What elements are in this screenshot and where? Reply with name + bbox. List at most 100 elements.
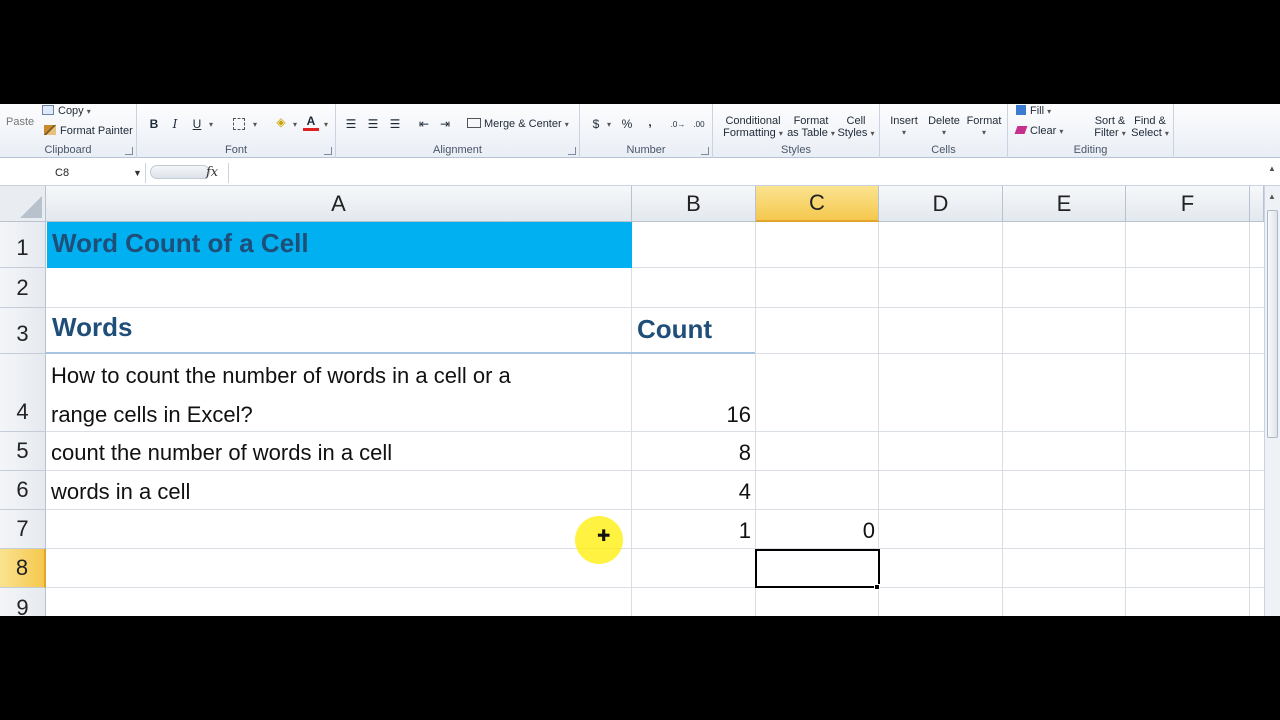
fill-button[interactable]: Fill ▾ [1016,105,1051,118]
cell-a5[interactable]: count the number of words in a cell [51,440,392,466]
chevron-down-icon: ▾ [564,120,569,129]
copy-icon [42,105,54,115]
scrollbar-thumb[interactable] [1267,210,1278,438]
chevron-down-icon[interactable]: ▾ [318,116,334,132]
increase-decimal-button[interactable]: .0→ [668,116,688,132]
cell-b6[interactable]: 4 [632,479,751,505]
merge-center-button[interactable]: Merge & Center ▾ [467,118,569,131]
row-header-8[interactable]: 8 [0,549,46,588]
align-right-icon[interactable]: ☰ [387,116,403,132]
format-button[interactable]: Format ▾ [964,115,1004,139]
cell-c7[interactable]: 0 [756,518,875,544]
cell-styles-label-2: Styles ▾ [837,127,875,139]
number-group: $ ▾ % , .0→ .00 Number [580,104,713,158]
number-group-label: Number [626,144,666,156]
percent-button[interactable]: % [619,116,635,132]
delete-button[interactable]: Delete ▾ [926,115,962,139]
cell-b4[interactable]: 16 [632,402,751,428]
dialog-launcher-icon[interactable] [125,147,133,155]
font-color-button[interactable]: A [303,113,319,131]
active-cell-c8[interactable] [755,549,880,588]
bold-button[interactable]: B [146,116,162,132]
row-header-1[interactable]: 1 [0,222,46,268]
cells-group-label: Cells [931,144,956,156]
clipboard-group: Paste Copy ▾ Format Painter Clipboard [0,104,137,158]
dialog-launcher-icon[interactable] [324,147,332,155]
ribbon: Paste Copy ▾ Format Painter Clipboard B … [0,104,1280,158]
cell-a6[interactable]: words in a cell [51,479,190,505]
format-painter-button[interactable]: Format Painter [44,125,133,137]
gridline [1002,222,1003,616]
italic-button[interactable]: I [167,116,183,132]
column-header-g-partial[interactable] [1250,186,1264,222]
column-header-e[interactable]: E [1003,186,1126,222]
row-header-7[interactable]: 7 [0,510,46,549]
format-as-table-button[interactable]: Format as Table ▾ [787,115,835,140]
dialog-launcher-icon[interactable] [568,147,576,155]
expand-formula-bar-icon[interactable]: ▲ [1268,164,1276,173]
cell-b5[interactable]: 8 [632,440,751,466]
editing-group: Fill ▾ Clear ▾ Sort & Filter ▾ Find & Se… [1008,104,1174,158]
chevron-down-icon[interactable]: ▼ [133,168,142,178]
column-header-f[interactable]: F [1126,186,1250,222]
row-header-4[interactable]: 4 [0,354,46,432]
row-header-2[interactable]: 2 [0,268,46,308]
format-as-table-label-2: as Table ▾ [787,127,835,139]
decrease-decimal-button[interactable]: .00 [689,116,709,132]
insert-label: Insert [890,115,918,127]
column-header-b[interactable]: B [632,186,756,222]
clear-button[interactable]: Clear ▾ [1014,125,1063,138]
align-center-icon[interactable]: ☰ [365,116,381,132]
conditional-formatting-label-2: Formatting ▾ [723,127,783,139]
insert-function-button[interactable]: fx [206,165,218,180]
format-label: Format [966,115,1002,127]
copy-button[interactable]: Copy ▾ [42,105,91,118]
column-header-c[interactable]: C [756,186,879,222]
row-header-9[interactable]: 9 [0,588,46,616]
insert-button[interactable]: Insert ▾ [886,115,922,139]
cell-a4-line1[interactable]: How to count the number of words in a ce… [51,363,511,389]
find-select-button[interactable]: Find & Select ▾ [1130,115,1170,140]
row-header-3[interactable]: 3 [0,308,46,354]
cell-b3-header[interactable]: Count [637,314,712,344]
cell-a4-line2[interactable]: range cells in Excel? [51,402,253,428]
excel-window: Paste Copy ▾ Format Painter Clipboard B … [0,104,1280,616]
cell-a3-header[interactable]: Words [52,312,132,342]
conditional-formatting-button[interactable]: Conditional Formatting ▾ [723,115,783,140]
comma-button[interactable]: , [642,114,658,130]
vertical-scrollbar[interactable]: ▲ [1264,186,1280,616]
decrease-indent-icon[interactable]: ⇤ [416,116,432,132]
increase-indent-icon[interactable]: ⇥ [437,116,453,132]
formula-input[interactable] [228,163,1268,183]
align-left-icon[interactable]: ☰ [343,116,359,132]
clear-label: Clear [1030,125,1057,137]
row-header-6[interactable]: 6 [0,471,46,510]
delete-label: Delete [928,115,960,127]
cell-b7[interactable]: 1 [632,518,751,544]
name-box[interactable]: C8 [0,163,146,183]
chevron-down-icon[interactable]: ▾ [203,116,219,132]
scroll-up-icon[interactable]: ▲ [1268,192,1276,201]
row-header-5[interactable]: 5 [0,432,46,471]
chevron-down-icon: ▾ [86,107,91,116]
cell-a1-title[interactable]: Word Count of a Cell [47,222,632,268]
chevron-down-icon[interactable]: ▾ [287,116,303,132]
find-select-label-1: Find & [1134,115,1166,127]
column-header-d[interactable]: D [879,186,1003,222]
gridline [46,307,1264,308]
chevron-down-icon[interactable]: ▾ [247,116,263,132]
sort-filter-button[interactable]: Sort & Filter ▾ [1092,115,1128,140]
cell-styles-label-1: Cell [846,115,866,127]
select-all-button[interactable] [0,186,46,222]
column-header-a[interactable]: A [46,186,632,222]
gridline [46,470,1264,471]
chevron-down-icon[interactable]: ▾ [601,116,617,132]
find-select-label-2: Select ▾ [1131,127,1169,139]
conditional-formatting-label-1: Conditional [725,115,781,127]
dialog-launcher-icon[interactable] [701,147,709,155]
fill-handle[interactable] [874,584,880,590]
borders-icon[interactable] [231,116,247,132]
cell-styles-button[interactable]: Cell Styles ▾ [837,115,875,140]
styles-group: Conditional Formatting ▾ Format as Table… [713,104,880,158]
paste-button[interactable]: Paste [6,116,34,128]
